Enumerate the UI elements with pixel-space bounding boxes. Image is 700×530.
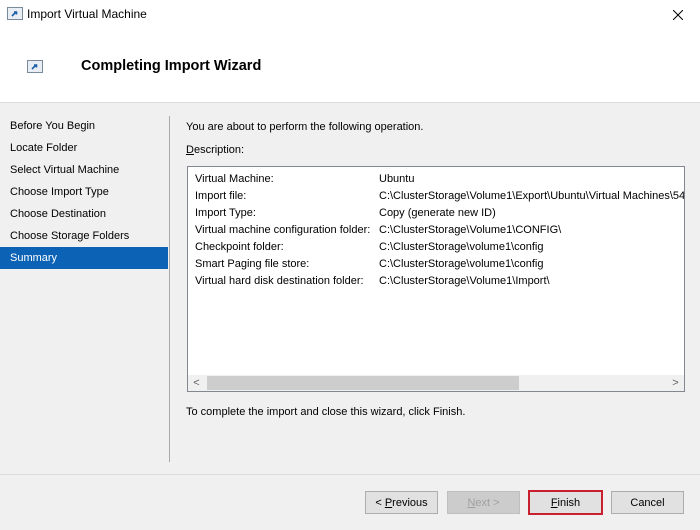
row-value: C:\ClusterStorage\volume1\config [379,241,544,253]
finish-rest: inish [557,496,581,509]
next-accel: N [467,496,476,509]
row-value: C:\ClusterStorage\Volume1\CONFIG\ [379,224,562,236]
description-row: Virtual machine configuration folder: C:\… [195,222,684,239]
description-label-rest: escription: [193,144,245,156]
sidebar-item-choose-destination[interactable]: Choose Destination [0,203,168,225]
window-title: Import Virtual Machine [27,7,147,21]
sidebar-item-before-you-begin[interactable]: Before You Begin [0,115,168,137]
scroll-left-icon[interactable]: < [188,375,205,391]
description-row: Checkpoint folder: C:\ClusterStorage\volu… [195,239,684,256]
description-row: Import Type: Copy (generate new ID) [195,205,684,222]
row-value: Copy (generate new ID) [379,207,496,219]
sidebar-item-choose-storage-folders[interactable]: Choose Storage Folders [0,225,168,247]
description-row: Smart Paging file store: C:\ClusterStorag… [195,256,684,273]
previous-prefix: < [375,496,385,509]
sidebar-item-locate-folder[interactable]: Locate Folder [0,137,168,159]
row-value: C:\ClusterStorage\volume1\config [379,258,544,270]
scroll-right-icon[interactable]: > [667,375,684,391]
previous-rest: revious [392,496,428,509]
close-button[interactable] [655,0,700,30]
next-rest: ext > [475,496,500,509]
page-title: Completing Import Wizard [81,58,262,74]
sidebar-item-summary[interactable]: Summary [0,247,168,269]
close-icon [672,10,683,20]
row-key: Virtual Machine: [195,173,274,185]
row-value: C:\ClusterStorage\Volume1\Import\ [379,275,550,287]
sidebar-item-choose-import-type[interactable]: Choose Import Type [0,181,168,203]
footer-divider [0,474,700,475]
finish-accel: F [550,496,558,509]
description-row: Virtual hard disk destination folder: C:\… [195,273,684,290]
row-key: Smart Paging file store: [195,258,310,270]
row-key: Import file: [195,190,247,202]
finish-instruction: To complete the import and close this wi… [186,406,466,418]
import-vm-icon [27,60,43,73]
wizard-header: Completing Import Wizard [0,30,700,103]
previous-button[interactable]: < Previous [365,491,438,514]
row-value: C:\ClusterStorage\Volume1\Export\Ubuntu\… [379,190,685,202]
description-label: Description: [186,144,244,156]
sidebar-item-select-virtual-machine[interactable]: Select Virtual Machine [0,159,168,181]
row-value: Ubuntu [379,173,415,185]
wizard-steps-nav: Before You Begin Locate Folder Select Vi… [0,115,168,269]
next-button[interactable]: Next > [447,491,520,514]
description-label-accel: D [186,144,194,156]
row-key: Virtual hard disk destination folder: [195,275,364,287]
description-box[interactable]: Virtual Machine: Ubuntu Import file: C:\Cl… [187,166,685,392]
horizontal-scrollbar[interactable]: < > [188,375,684,391]
cancel-button[interactable]: Cancel [611,491,684,514]
description-row: Virtual Machine: Ubuntu [195,171,684,188]
finish-button[interactable]: Finish [528,490,603,515]
title-bar: Import Virtual Machine [0,0,700,30]
row-key: Import Type: [195,207,256,219]
sidebar-divider [169,116,170,462]
intro-text: You are about to perform the following o… [186,121,424,133]
row-key: Checkpoint folder: [195,241,284,253]
description-rows: Virtual Machine: Ubuntu Import file: C:\Cl… [195,171,685,290]
scrollbar-thumb[interactable] [207,376,519,390]
import-vm-icon [7,7,23,20]
description-row: Import file: C:\ClusterStorage\Volume1\Ex… [195,188,685,205]
row-key: Virtual machine configuration folder: [195,224,371,236]
previous-accel: P [384,496,393,509]
